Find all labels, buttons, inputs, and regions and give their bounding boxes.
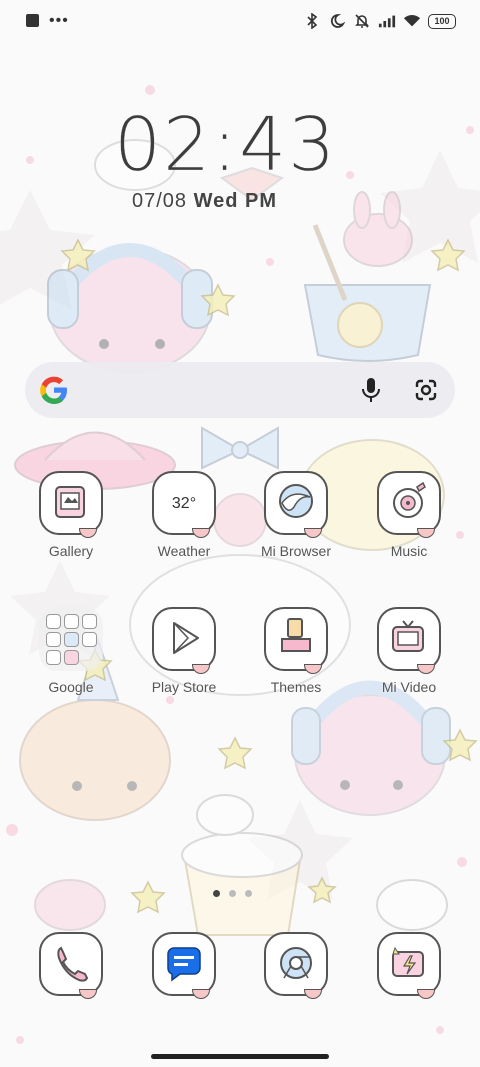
- dock-chrome[interactable]: [241, 932, 351, 999]
- app-label: Mi Browser: [260, 543, 331, 559]
- app-music[interactable]: Music: [354, 471, 464, 559]
- app-play-store[interactable]: Play Store: [129, 607, 239, 695]
- mic-icon[interactable]: [360, 376, 382, 404]
- google-lens-icon[interactable]: [414, 378, 438, 402]
- weather-temperature: 32°: [171, 495, 197, 512]
- battery-indicator: 100: [428, 13, 456, 29]
- clock-date-line: 07/08 Wed PM: [132, 190, 277, 213]
- themes-icon: [264, 607, 328, 674]
- chrome-icon: [264, 932, 328, 999]
- notification-square-icon: [26, 14, 39, 27]
- google-search-bar[interactable]: [25, 362, 455, 418]
- home-gesture-bar[interactable]: [151, 1054, 329, 1059]
- wifi-icon: [403, 12, 421, 30]
- app-label: Mi Video: [381, 679, 437, 695]
- app-label: Weather: [157, 543, 211, 559]
- browser-icon: [264, 471, 328, 538]
- dock-phone[interactable]: [16, 932, 126, 999]
- notifications-muted-icon: [353, 12, 371, 30]
- signal-icon: [378, 12, 396, 30]
- clock-weekday: Wed: [193, 190, 239, 212]
- music-icon: [377, 471, 441, 538]
- weather-icon: 32°: [152, 471, 216, 538]
- status-bar: ••• 100: [0, 0, 480, 46]
- google-logo-icon: [40, 376, 67, 404]
- app-gallery[interactable]: Gallery: [16, 471, 126, 559]
- app-label: Gallery: [48, 543, 94, 559]
- play-store-icon: [152, 607, 216, 674]
- dock-security[interactable]: [354, 932, 464, 999]
- messages-icon: [152, 932, 216, 999]
- more-dots-icon: •••: [49, 11, 69, 29]
- app-mi-video[interactable]: Mi Video: [354, 607, 464, 695]
- bluetooth-icon: [303, 12, 321, 30]
- app-google-folder[interactable]: Google: [16, 607, 126, 695]
- do-not-disturb-icon: [328, 12, 346, 30]
- security-icon: [377, 932, 441, 999]
- clock-ampm: PM: [245, 190, 278, 212]
- app-mi-browser[interactable]: Mi Browser: [241, 471, 351, 559]
- page-indicator: [213, 890, 252, 897]
- clock-date: 07/08: [132, 190, 188, 212]
- dock-messages[interactable]: [129, 932, 239, 999]
- clock-widget[interactable]: 02:43 07/08 Wed PM: [114, 100, 338, 212]
- app-weather[interactable]: 32° Weather: [129, 471, 239, 559]
- phone-icon: [39, 932, 103, 999]
- app-label: Themes: [270, 679, 322, 695]
- app-label: Music: [390, 543, 428, 559]
- mi-video-icon: [377, 607, 441, 674]
- google-folder-icon: [39, 607, 103, 671]
- gallery-icon: [39, 471, 103, 538]
- app-label: Google: [48, 679, 94, 695]
- clock-time: 02:43: [114, 102, 338, 188]
- app-themes[interactable]: Themes: [241, 607, 351, 695]
- app-label: Play Store: [151, 679, 217, 695]
